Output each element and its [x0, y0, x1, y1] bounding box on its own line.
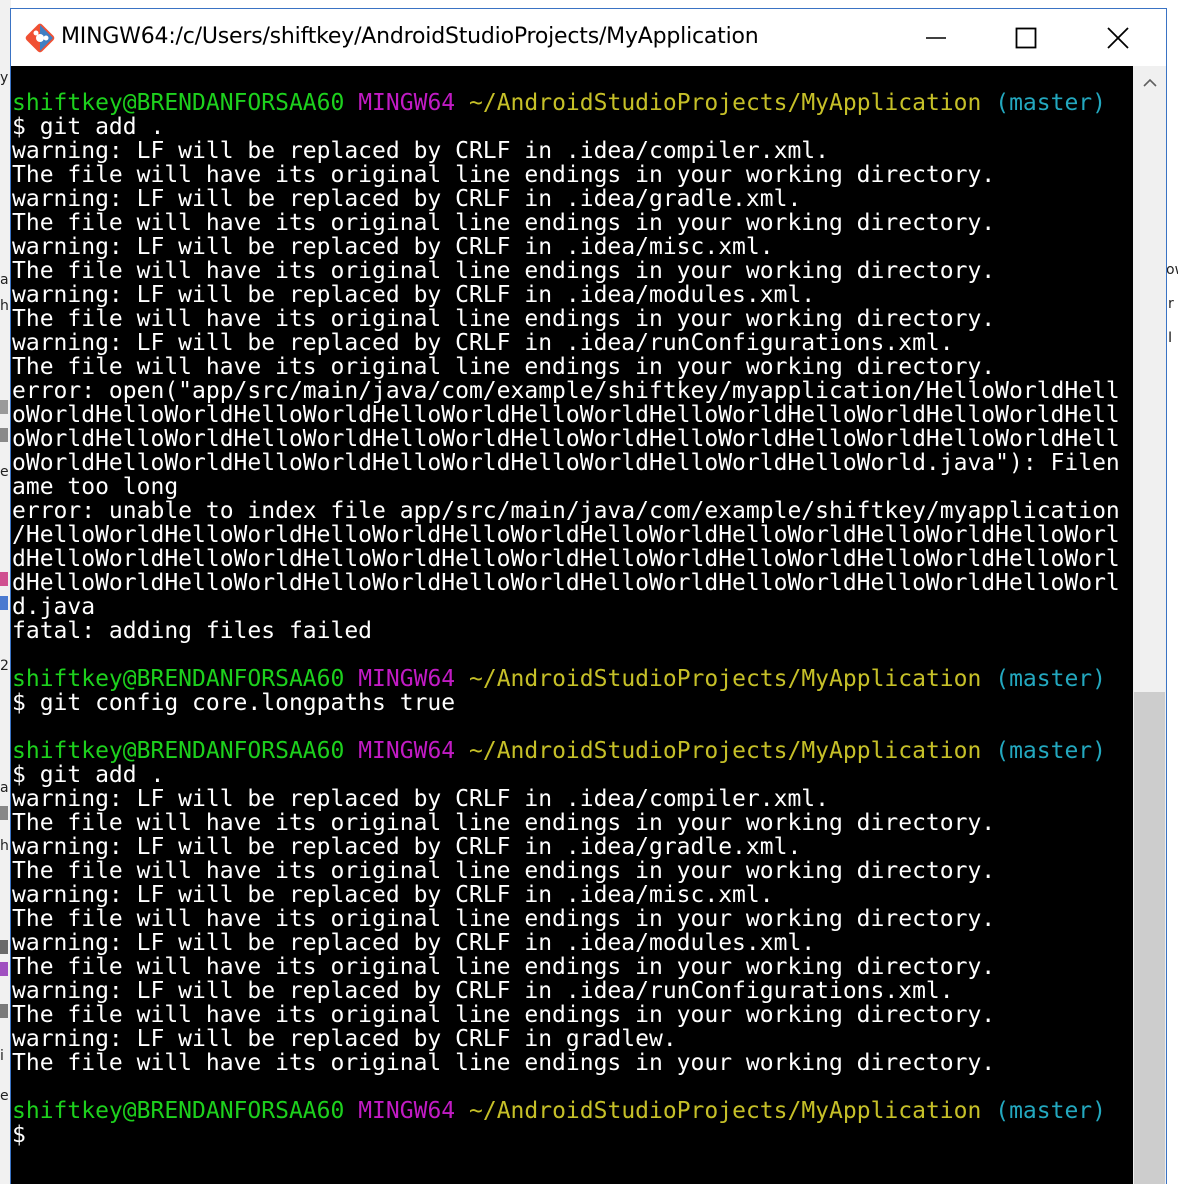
prompt-line: shiftkey@BRENDANFORSAA60 MINGW64 ~/Andro…	[12, 667, 1120, 691]
output-line: warning: LF will be replaced by CRLF in …	[12, 930, 816, 956]
output-line: warning: LF will be replaced by CRLF in …	[12, 186, 802, 212]
output-line: warning: LF will be replaced by CRLF in …	[12, 138, 829, 164]
prompt-line: shiftkey@BRENDANFORSAA60 MINGW64 ~/Andro…	[12, 1099, 1120, 1123]
prompt-user: shiftkey@BRENDANFORSAA60	[12, 90, 345, 116]
desktop-text-fragment: 2	[0, 658, 9, 674]
output-line: error: unable to index file app/src/main…	[12, 498, 1120, 524]
output-line: fatal: adding files failed	[12, 618, 373, 644]
chevron-up-icon	[1143, 78, 1157, 87]
output-line: warning: LF will be replaced by CRLF in …	[12, 234, 774, 260]
output-line: The file will have its original line end…	[12, 210, 996, 236]
scroll-up-button[interactable]	[1133, 66, 1166, 100]
close-button[interactable]	[1073, 9, 1163, 66]
prompt-user: shiftkey@BRENDANFORSAA60	[12, 738, 345, 764]
desktop-text-fragment: a	[0, 780, 9, 796]
output-line: warning: LF will be replaced by CRLF in …	[12, 882, 774, 908]
output-line: The file will have its original line end…	[12, 858, 996, 884]
output-line: dHelloWorldHelloWorldHelloWorldHelloWorl…	[12, 546, 1120, 572]
maximize-button[interactable]	[981, 9, 1071, 66]
output-line: warning: LF will be replaced by CRLF in …	[12, 330, 954, 356]
desktop-text-fragment: h	[0, 838, 9, 854]
desktop-text-fragment: y	[0, 70, 9, 86]
prompt-msystem: MINGW64	[358, 666, 456, 692]
prompt-line: shiftkey@BRENDANFORSAA60 MINGW64 ~/Andro…	[12, 91, 1120, 115]
terminal-lines: shiftkey@BRENDANFORSAA60 MINGW64 ~/Andro…	[12, 91, 1120, 1147]
prompt-user: shiftkey@BRENDANFORSAA60	[12, 666, 345, 692]
prompt-msystem: MINGW64	[358, 90, 456, 116]
desktop-icon-fragment	[0, 940, 8, 954]
prompt-msystem: MINGW64	[358, 1098, 456, 1124]
desktop-icon-fragment	[0, 596, 8, 610]
output-line: warning: LF will be replaced by CRLF in …	[12, 978, 954, 1004]
output-line: The file will have its original line end…	[12, 306, 996, 332]
desktop-icon-fragment	[0, 400, 8, 414]
output-line: The file will have its original line end…	[12, 1002, 996, 1028]
prompt-branch: (master)	[995, 1098, 1106, 1124]
output-line: The file will have its original line end…	[12, 1050, 996, 1076]
desktop-text-fragment: ow	[1166, 262, 1178, 278]
desktop-text-fragment: r	[1168, 296, 1174, 312]
minimize-button[interactable]	[891, 9, 981, 66]
output-line: oWorldHelloWorldHelloWorldHelloWorldHell…	[12, 450, 1120, 476]
output-line: oWorldHelloWorldHelloWorldHelloWorldHell…	[12, 426, 1120, 452]
git-bash-icon	[25, 23, 55, 53]
desktop-text-fragment: i	[0, 1048, 4, 1064]
prompt-path: ~/AndroidStudioProjects/MyApplication	[469, 1098, 982, 1124]
minimize-icon	[926, 37, 946, 39]
scrollbar-thumb[interactable]	[1134, 692, 1165, 1184]
output-line: error: open("app/src/main/java/com/examp…	[12, 378, 1120, 404]
desktop-icon-fragment	[0, 428, 8, 442]
maximize-icon	[1015, 27, 1037, 49]
desktop-icon-fragment	[0, 1004, 8, 1018]
output-line: The file will have its original line end…	[12, 954, 996, 980]
terminal-window: MINGW64:/c/Users/shiftkey/AndroidStudioP…	[10, 8, 1167, 1184]
desktop-text-fragment: a	[0, 272, 9, 288]
output-line: The file will have its original line end…	[12, 906, 996, 932]
output-line: /HelloWorldHelloWorldHelloWorldHelloWorl…	[12, 522, 1120, 548]
output-line: warning: LF will be replaced by CRLF in …	[12, 1026, 677, 1052]
desktop-icon-fragment	[0, 572, 8, 586]
close-icon	[1107, 27, 1129, 49]
desktop-text-fragment: I	[1168, 330, 1173, 346]
desktop-icon-fragment	[0, 806, 8, 820]
prompt-branch: (master)	[995, 738, 1106, 764]
output-line: dHelloWorldHelloWorldHelloWorldHelloWorl…	[12, 570, 1120, 596]
output-line: The file will have its original line end…	[12, 810, 996, 836]
prompt-user: shiftkey@BRENDANFORSAA60	[12, 1098, 345, 1124]
desktop-text-fragment: e	[0, 464, 9, 480]
prompt-path: ~/AndroidStudioProjects/MyApplication	[469, 738, 982, 764]
output-line: d.java	[12, 594, 96, 620]
output-line: $ git add .	[12, 114, 165, 140]
output-line: The file will have its original line end…	[12, 258, 996, 284]
title-bar[interactable]: MINGW64:/c/Users/shiftkey/AndroidStudioP…	[11, 9, 1166, 66]
output-line: The file will have its original line end…	[12, 354, 996, 380]
output-line: $	[12, 1122, 26, 1148]
prompt-line: shiftkey@BRENDANFORSAA60 MINGW64 ~/Andro…	[12, 739, 1120, 763]
prompt-path: ~/AndroidStudioProjects/MyApplication	[469, 666, 982, 692]
output-line: warning: LF will be replaced by CRLF in …	[12, 834, 802, 860]
terminal-output[interactable]: shiftkey@BRENDANFORSAA60 MINGW64 ~/Andro…	[11, 66, 1133, 1184]
prompt-branch: (master)	[995, 666, 1106, 692]
output-line: $ git add .	[12, 762, 165, 788]
output-line: oWorldHelloWorldHelloWorldHelloWorldHell…	[12, 402, 1120, 428]
output-line: ame too long	[12, 474, 179, 500]
output-line: warning: LF will be replaced by CRLF in …	[12, 786, 829, 812]
output-line: warning: LF will be replaced by CRLF in …	[12, 282, 816, 308]
vertical-scrollbar[interactable]	[1133, 66, 1166, 1184]
prompt-msystem: MINGW64	[358, 738, 456, 764]
prompt-path: ~/AndroidStudioProjects/MyApplication	[469, 90, 982, 116]
output-line: $ git config core.longpaths true	[12, 690, 456, 716]
desktop-icon-fragment	[0, 962, 8, 976]
prompt-branch: (master)	[995, 90, 1106, 116]
desktop-text-fragment: h	[0, 298, 9, 314]
output-line: The file will have its original line end…	[12, 162, 996, 188]
desktop-text-fragment: e	[0, 1088, 9, 1104]
window-title: MINGW64:/c/Users/shiftkey/AndroidStudioP…	[61, 24, 759, 49]
desktop-background-right: ow r I	[1166, 0, 1178, 1184]
